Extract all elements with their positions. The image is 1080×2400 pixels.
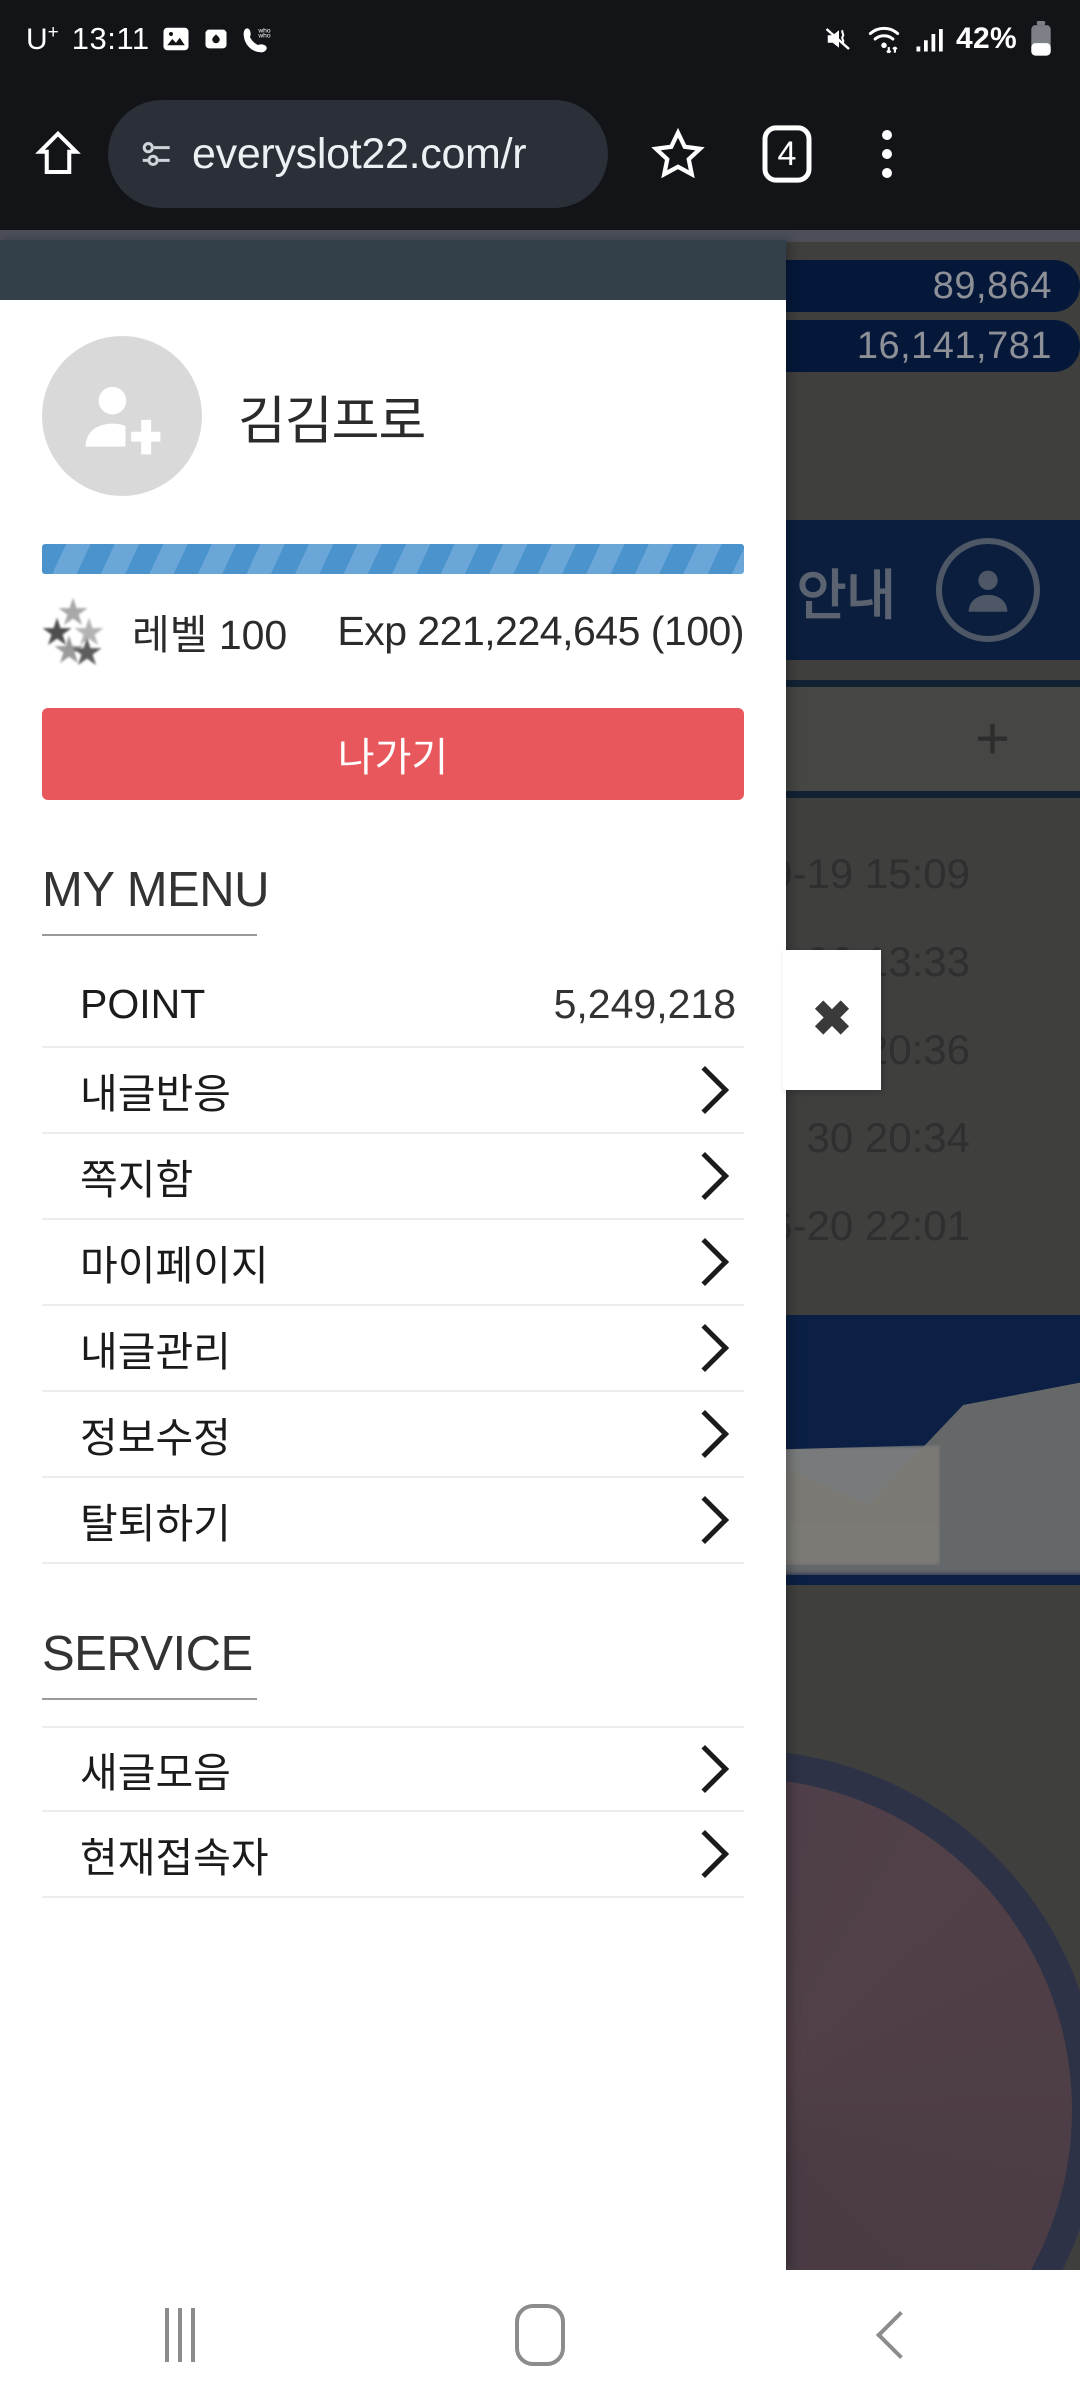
star-icon[interactable]	[638, 114, 718, 194]
chevron-right-icon	[680, 1237, 730, 1287]
add-user-avatar-icon[interactable]	[42, 336, 202, 496]
battery-percent: 42%	[956, 22, 1017, 55]
section-title-service: SERVICE	[42, 1627, 253, 1681]
service-menu-list: 새글모음 현재접속자	[42, 1726, 744, 1898]
drawer-header-band	[0, 240, 786, 300]
section-divider	[42, 934, 257, 936]
menu-item-manage-posts[interactable]: 내글관리	[42, 1306, 744, 1392]
section-title-my-menu: MY MENU	[42, 863, 270, 917]
list-item-date: 30 20:34	[806, 1114, 971, 1161]
level-left: ★ ★ ★ ★ ★ 레벨 100	[40, 592, 288, 674]
gallery-icon	[161, 24, 191, 54]
level-text: 레벨 100	[132, 612, 288, 658]
menu-item-label: 내글반응	[80, 1071, 231, 1117]
more-vertical-icon[interactable]	[852, 111, 922, 197]
status-bar-left: U+ 13:11 who who	[26, 21, 273, 57]
wifi-icon	[866, 24, 902, 54]
home-square-icon[interactable]	[440, 2270, 640, 2400]
whowho-call-icon: who who	[241, 23, 273, 55]
menu-item-label: 현재접속자	[80, 1835, 269, 1881]
carrier-label: U+	[26, 21, 59, 56]
mute-vibrate-icon	[823, 24, 855, 54]
exp-text: Exp 221,224,645 (100)	[337, 607, 744, 654]
side-drawer: 김김프로 ★ ★ ★ ★ ★ 레벨 100 Exp 221,224,645 (100) …	[0, 240, 786, 2270]
close-icon: ✖	[811, 993, 853, 1046]
menu-dot	[882, 130, 892, 140]
phone-screen: 오늘(24H) 89,864 전체방문 16,141,781 안내 +	[0, 0, 1080, 2400]
status-bar: U+ 13:11 who who 42%	[0, 0, 1080, 78]
battery-icon	[1028, 21, 1054, 57]
point-label: POINT	[80, 980, 206, 1027]
menu-item-label: 내글관리	[80, 1329, 231, 1375]
profile-header: 김김프로	[0, 300, 786, 496]
my-menu-list: POINT 5,249,218 내글반응 쪽지함 마이페이지 내글관리 정보수정	[42, 962, 744, 1564]
clock: 13:11	[71, 21, 150, 56]
menu-item-withdraw[interactable]: 탈퇴하기	[42, 1478, 744, 1564]
nav-bar-line	[191, 2308, 195, 2362]
chevron-right-icon	[680, 1323, 730, 1373]
menu-item-label: 탈퇴하기	[80, 1501, 231, 1547]
menu-item-my-page[interactable]: 마이페이지	[42, 1220, 744, 1306]
counter-value-today: 89,864	[932, 264, 1052, 307]
back-chevron-icon[interactable]	[800, 2270, 1000, 2400]
url-bar[interactable]: everyslot22.com/r	[108, 100, 608, 208]
back-shape	[875, 2310, 925, 2360]
nav-bar-line	[165, 2308, 169, 2362]
permissions-icon[interactable]	[138, 135, 176, 173]
menu-item-message-box[interactable]: 쪽지함	[42, 1134, 744, 1220]
tab-switcher-button[interactable]: 4	[744, 111, 830, 197]
point-row: POINT 5,249,218	[42, 962, 744, 1048]
user-circle-icon[interactable]	[936, 538, 1040, 642]
logout-button[interactable]: 나가기	[42, 708, 744, 800]
exp-progress-bar	[42, 544, 744, 574]
chevron-right-icon	[680, 1151, 730, 1201]
home-shape	[515, 2304, 565, 2366]
menu-item-edit-info[interactable]: 정보수정	[42, 1392, 744, 1478]
menu-item-new-posts[interactable]: 새글모음	[42, 1726, 744, 1812]
chevron-right-icon	[680, 1829, 730, 1879]
chevron-right-icon	[680, 1409, 730, 1459]
close-drawer-button[interactable]: ✖	[783, 950, 881, 1090]
section-divider	[42, 1698, 257, 1700]
menu-item-label: 마이페이지	[80, 1243, 269, 1289]
app-icon	[202, 25, 230, 53]
menu-item-label: 쪽지함	[80, 1157, 194, 1203]
hero-title: 안내	[796, 565, 896, 626]
menu-dot	[882, 168, 892, 178]
stars-icon: ★ ★ ★ ★ ★	[40, 592, 107, 674]
counter-value-total: 16,141,781	[856, 324, 1052, 367]
signal-icon	[913, 24, 945, 54]
menu-item-label: 정보수정	[80, 1415, 231, 1461]
tab-count: 4	[777, 134, 797, 173]
browser-toolbar: everyslot22.com/r 4	[0, 78, 1080, 230]
chevron-right-icon	[680, 1744, 730, 1794]
menu-dot	[882, 149, 892, 159]
chevron-right-icon	[680, 1495, 730, 1545]
recent-apps-icon[interactable]	[80, 2270, 280, 2400]
nav-bar-line	[178, 2308, 182, 2362]
svg-text:who: who	[257, 33, 271, 40]
chevron-right-icon	[680, 1065, 730, 1115]
level-row: ★ ★ ★ ★ ★ 레벨 100 Exp 221,224,645 (100)	[40, 592, 744, 674]
url-text: everyslot22.com/r	[192, 129, 527, 178]
username: 김김프로	[238, 392, 426, 451]
android-nav-bar	[0, 2270, 1080, 2400]
recent-apps-bars	[165, 2308, 195, 2362]
menu-item-label: 새글모음	[80, 1750, 231, 1796]
menu-item-my-post-reactions[interactable]: 내글반응	[42, 1048, 744, 1134]
status-bar-right: 42%	[823, 21, 1054, 57]
home-icon[interactable]	[22, 118, 94, 190]
menu-item-current-visitors[interactable]: 현재접속자	[42, 1812, 744, 1898]
point-value: 5,249,218	[553, 980, 736, 1027]
plus-icon[interactable]: +	[975, 709, 1010, 769]
